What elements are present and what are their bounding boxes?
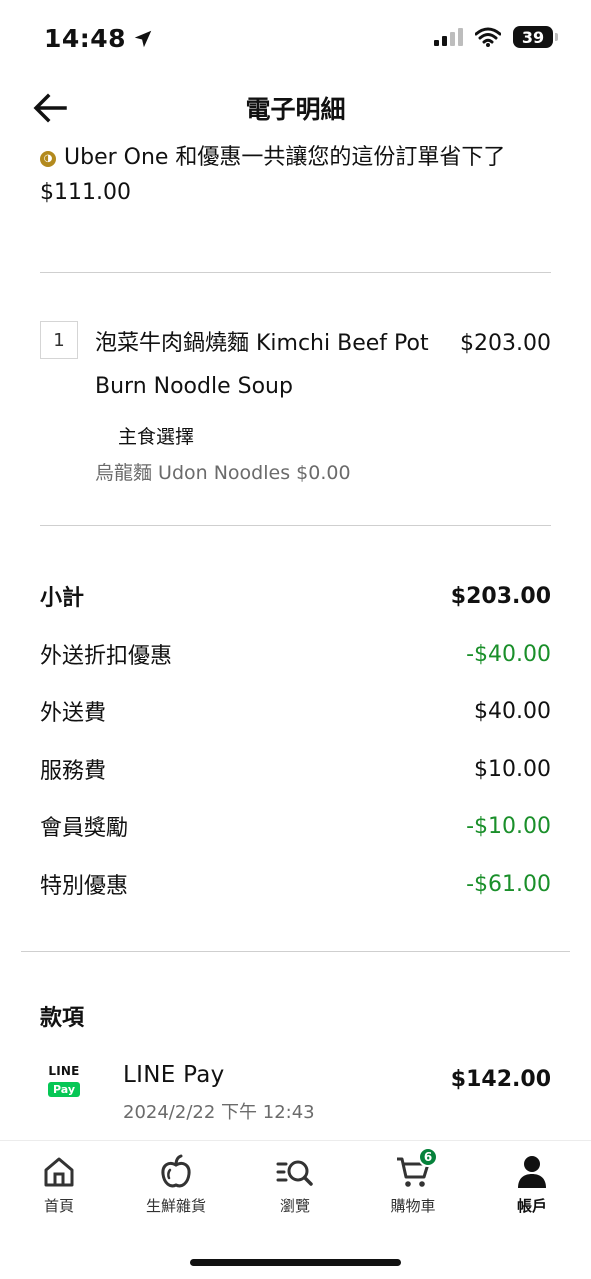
summary-value: $203.00 [450,583,551,609]
tab-home[interactable]: 首頁 [9,1151,109,1216]
line-pay-logo-pay: Pay [47,1082,81,1097]
uber-one-icon: ◑ [40,151,56,167]
browse-icon [276,1160,313,1186]
status-time-text: 14:48 [44,24,127,53]
option-heading: 主食選擇 [118,426,195,448]
cellular-signal-icon [434,28,463,46]
battery-level: 39 [521,27,545,47]
option-value: 烏龍麵 Udon Noodles $0.00 [95,462,351,484]
summary-value: -$10.00 [466,813,551,839]
summary-label: 特別優惠 [40,874,129,899]
tab-label: 生鮮雜貨 [145,1197,206,1215]
divider [40,272,551,273]
status-time: 14:48 [44,24,154,53]
summary-label: 服務費 [40,759,107,784]
savings-banner: ◑ Uber One 和優惠一共讓您的這份訂單省下了 $111.00 [40,140,551,210]
summary-value: -$40.00 [466,641,551,667]
summary-row-special-offer: 特別優惠 -$61.00 [40,866,551,902]
item-quantity: 1 [40,321,78,359]
line-pay-logo: LINE Pay [45,1064,83,1097]
location-arrow-icon [134,30,152,47]
summary-label: 外送費 [40,701,107,726]
wifi-icon [475,27,501,47]
tab-browse[interactable]: 瀏覽 [245,1151,345,1216]
payment-amount: $142.00 [450,1067,551,1092]
summary-label: 外送折扣優惠 [40,644,173,669]
cart-badge: 6 [418,1147,438,1167]
apple-icon [161,1154,191,1188]
tab-grocery[interactable]: 生鮮雜貨 [126,1151,226,1216]
item-name: 泡菜牛肉鍋燒麵 Kimchi Beef Pot Burn Noodle Soup [95,331,429,399]
account-icon [518,1156,546,1188]
divider [40,525,551,526]
tab-label: 購物車 [390,1197,436,1215]
divider [21,951,570,952]
item-price: $203.00 [460,331,551,356]
battery-icon: 39 [513,26,558,48]
tab-account[interactable]: 帳戶 [482,1151,582,1216]
summary-row-member-reward: 會員獎勵 -$10.00 [40,808,551,844]
tab-cart[interactable]: 6 購物車 [363,1147,463,1216]
summary-value: -$61.00 [466,871,551,897]
summary-row-delivery-fee: 外送費 $40.00 [40,693,551,729]
tab-label: 瀏覽 [279,1197,310,1215]
tab-label: 首頁 [43,1197,74,1215]
payment-datetime: 2024/2/22 下午 12:43 [123,1102,315,1123]
summary-row-delivery-discount: 外送折扣優惠 -$40.00 [40,636,551,672]
summary-row-service-fee: 服務費 $10.00 [40,751,551,787]
summary-label: 小計 [40,586,85,611]
summary-value: $40.00 [474,698,551,724]
summary-label: 會員獎勵 [40,816,129,841]
summary-value: $10.00 [474,756,551,782]
payment-method: LINE Pay [123,1062,225,1088]
line-pay-logo-line: LINE [48,1064,80,1078]
home-icon [44,1157,74,1187]
payments-title: 款項 [40,1006,85,1031]
status-indicators: 39 [434,26,558,48]
tab-label: 帳戶 [516,1197,547,1215]
home-indicator [190,1259,401,1266]
page-title: 電子明細 [245,95,346,124]
savings-text: Uber One 和優惠一共讓您的這份訂單省下了 $111.00 [40,145,506,205]
summary-row-subtotal: 小計 $203.00 [40,578,551,614]
